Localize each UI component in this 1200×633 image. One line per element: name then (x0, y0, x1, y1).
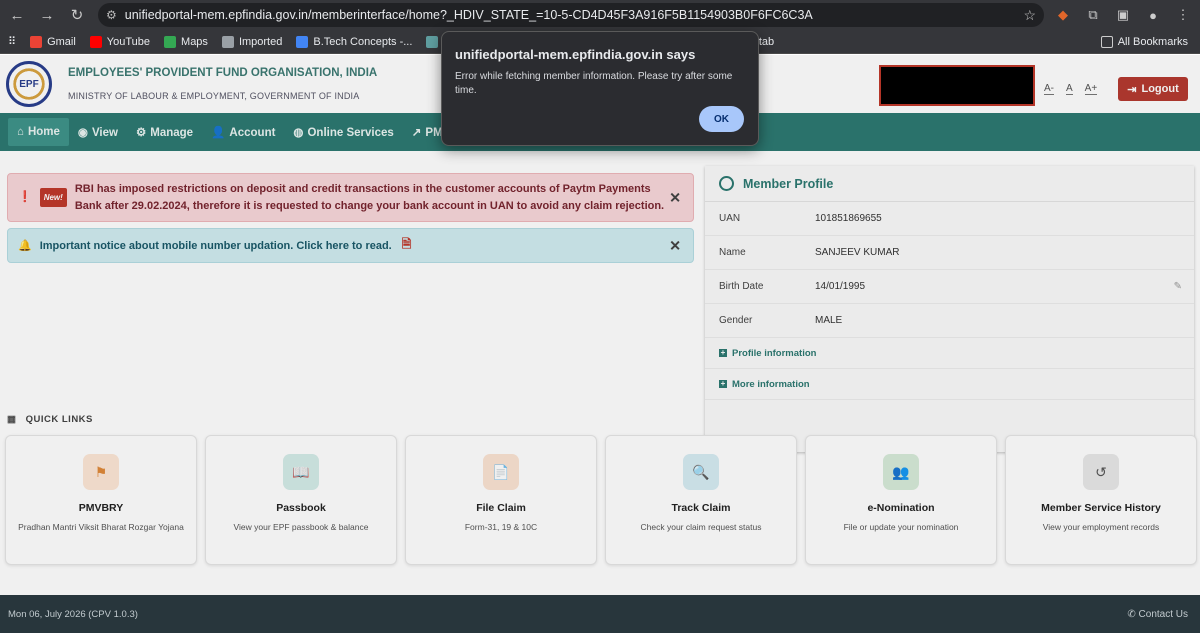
alert-dialog: unifiedportal-mem.epfindia.gov.in says E… (441, 31, 759, 146)
bookmark-icon (164, 35, 177, 48)
bookmark-item[interactable]: YouTube (89, 35, 150, 48)
bookmark-icon (30, 35, 43, 48)
menu-icon[interactable]: ⋮ (1172, 4, 1194, 26)
all-bookmarks[interactable]: All Bookmarks (1100, 30, 1188, 54)
extensions-puzzle-icon[interactable]: ⧉ (1082, 4, 1104, 26)
url-text[interactable]: unifiedportal-mem.epfindia.gov.in/member… (125, 8, 1024, 22)
bookmark-item[interactable]: Maps (164, 35, 208, 48)
ok-button[interactable]: OK (699, 106, 744, 132)
folder-icon (1100, 36, 1113, 48)
browser-toolbar: ← → ↻ ⚙ unifiedportal-mem.epfindia.gov.i… (0, 0, 1200, 30)
profile-icon[interactable]: ● (1142, 4, 1164, 26)
forward-icon[interactable]: → (34, 2, 60, 28)
extension-fox-icon[interactable]: ◆ (1052, 4, 1074, 26)
dialog-title: unifiedportal-mem.epfindia.gov.in says (455, 47, 696, 62)
bookmark-item[interactable]: Imported (221, 35, 282, 48)
back-icon[interactable]: ← (4, 2, 30, 28)
bookmark-icon (296, 35, 309, 48)
apps-grid-icon[interactable]: ⠿ (8, 35, 16, 48)
address-bar[interactable]: ⚙ unifiedportal-mem.epfindia.gov.in/memb… (98, 3, 1044, 27)
bookmark-icon (426, 35, 439, 48)
dialog-message: Error while fetching member information.… (455, 71, 733, 96)
bookmark-icon (89, 35, 102, 48)
bookmark-item[interactable]: B.Tech Concepts -... (296, 35, 412, 48)
bookmark-item[interactable]: Gmail (30, 35, 76, 48)
bookmark-icon (221, 35, 234, 48)
bookmark-star-icon[interactable]: ☆ (1023, 7, 1036, 24)
cast-icon[interactable]: ▣ (1112, 4, 1134, 26)
site-info-icon[interactable]: ⚙ (106, 8, 117, 22)
reload-icon[interactable]: ↻ (64, 2, 90, 28)
